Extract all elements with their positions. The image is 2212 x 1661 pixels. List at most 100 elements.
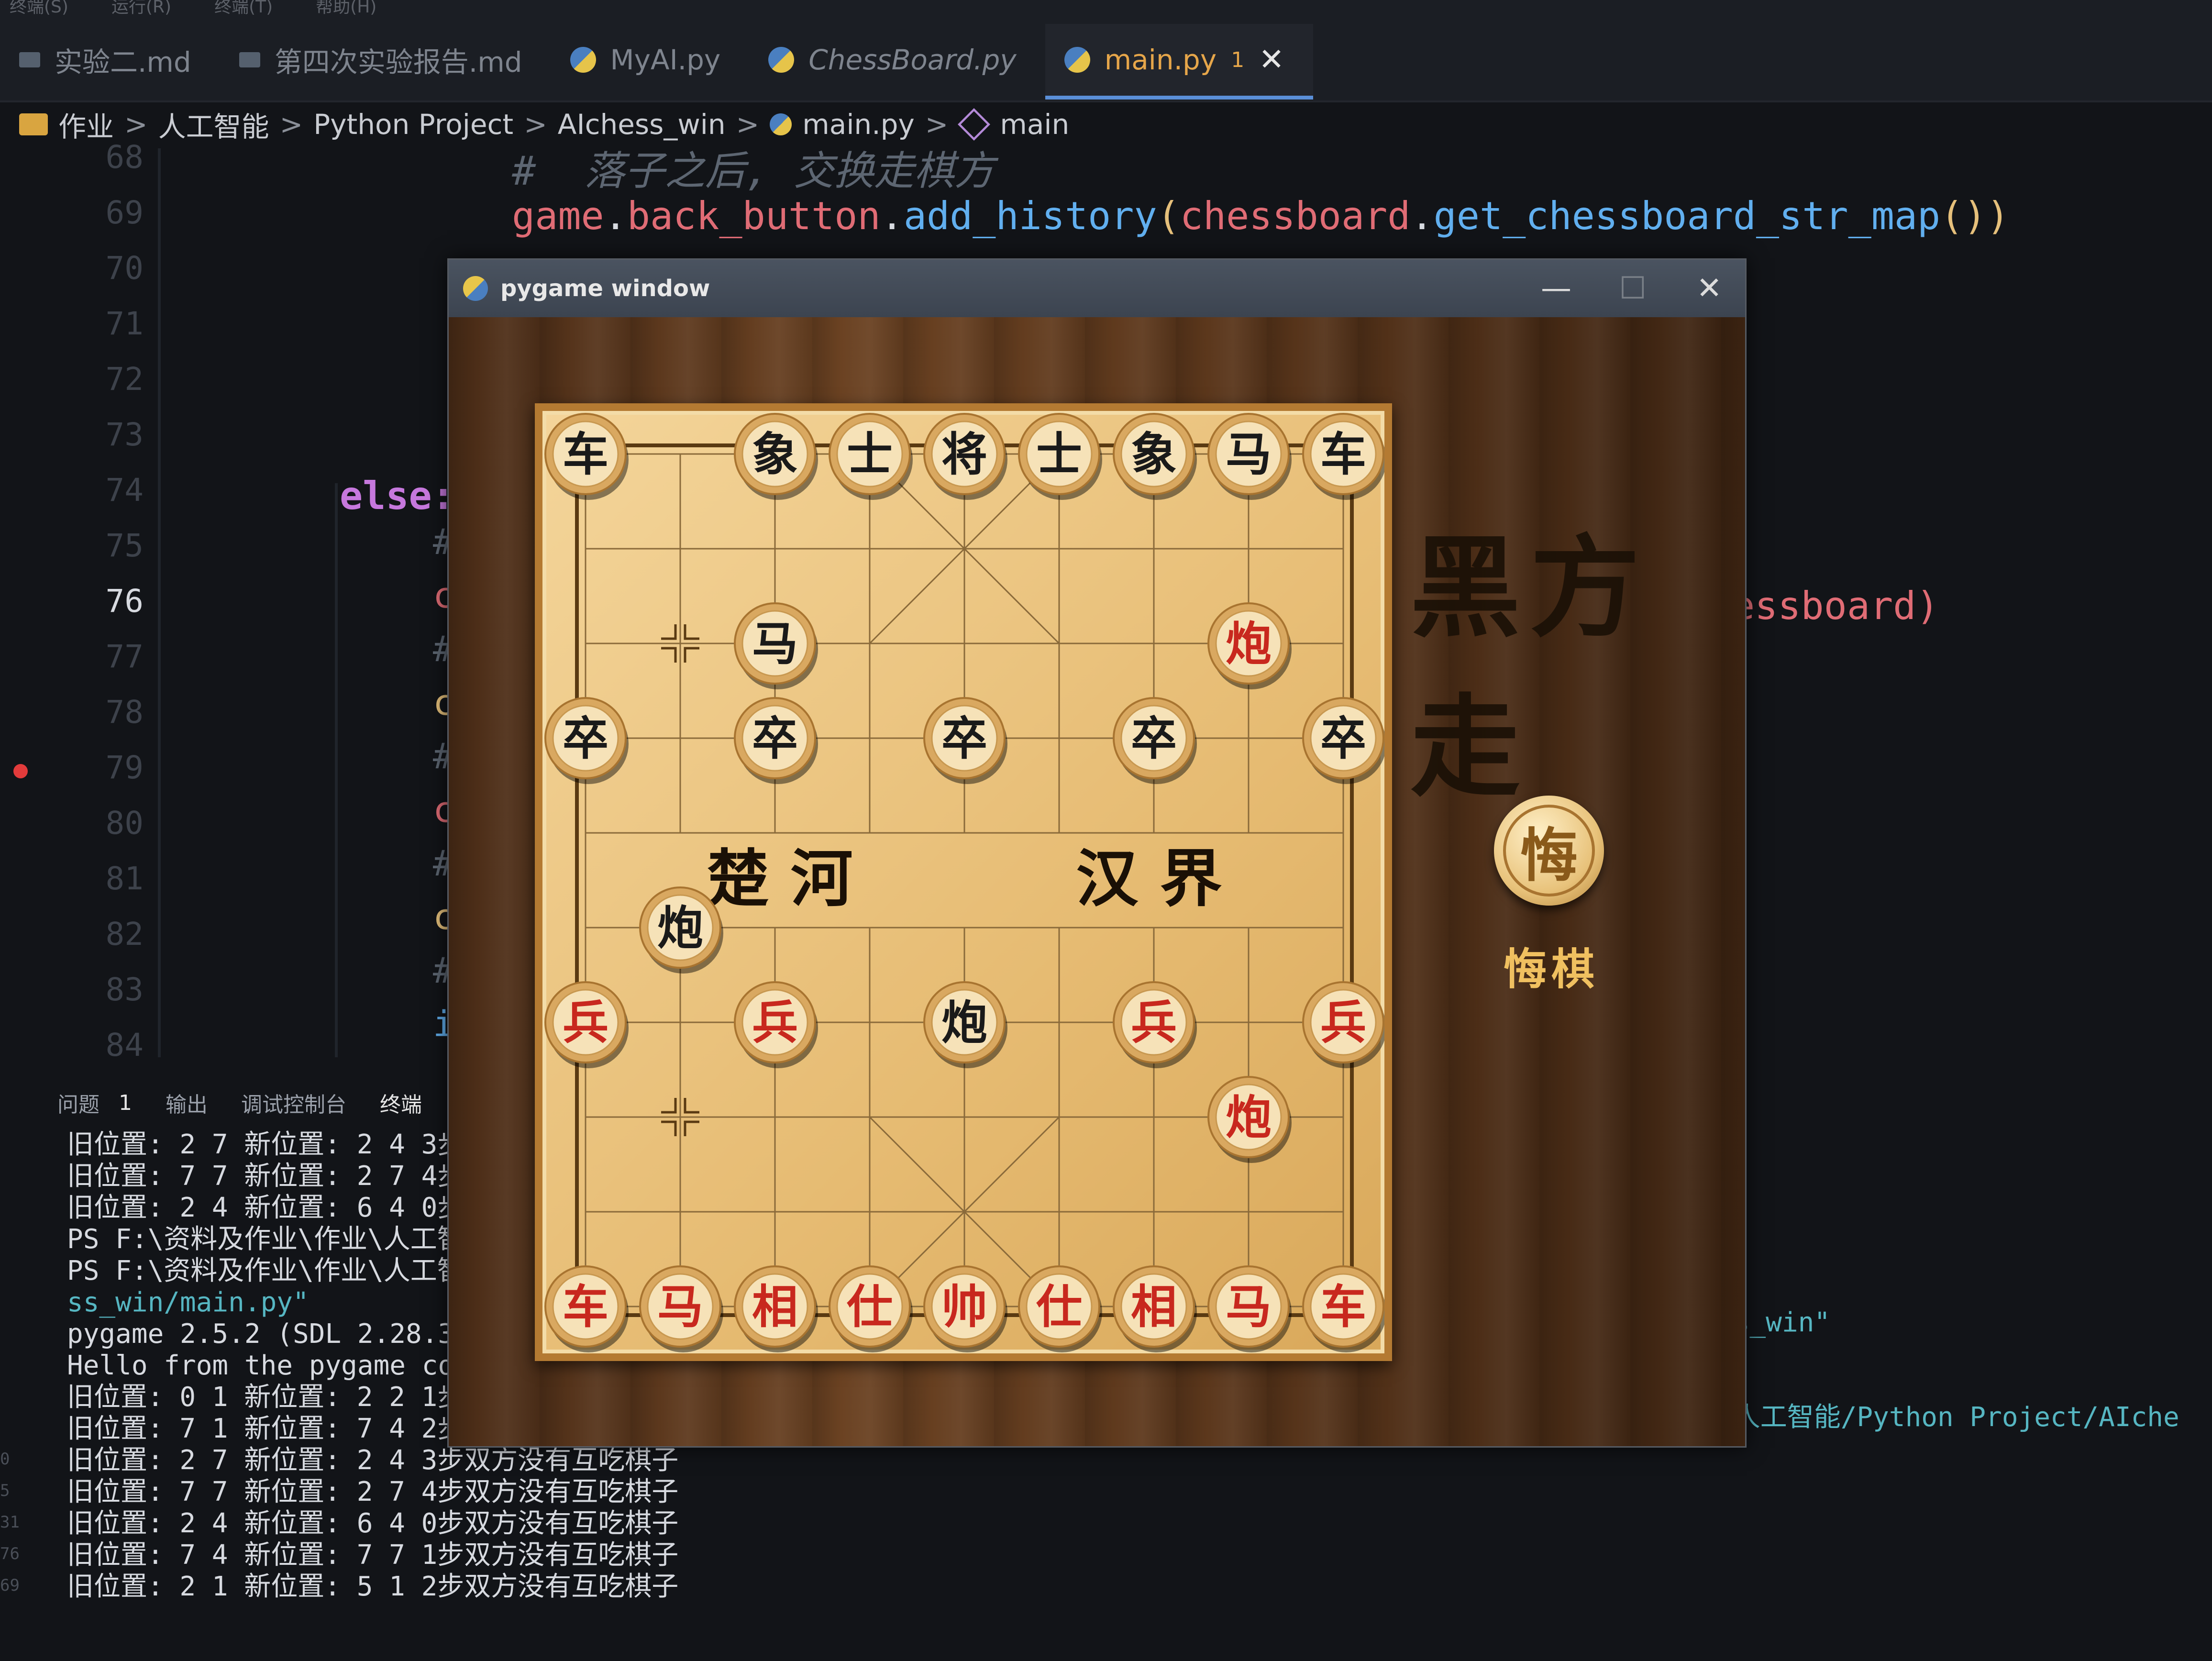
pygame-icon [463, 276, 488, 301]
breadcrumb-item[interactable]: Python Project [313, 108, 513, 141]
chess-piece-black[interactable]: 卒 [923, 697, 1007, 784]
line-number: 77 [105, 638, 144, 675]
code-token: . [880, 194, 904, 238]
chess-piece-red[interactable]: 炮 [1207, 602, 1292, 689]
minimize-button[interactable]: — [1520, 260, 1592, 317]
river-text-left: 楚 河 [707, 842, 852, 915]
piece-label: 兵 [1131, 996, 1177, 1050]
breakpoint-icon[interactable] [13, 764, 28, 778]
chess-piece-black[interactable]: 士 [829, 413, 913, 500]
line-number: 81 [105, 860, 144, 897]
chess-piece-red[interactable]: 仕 [1018, 1265, 1102, 1352]
menu-item-run[interactable]: 运行(R) [111, 0, 171, 19]
tab-lab-report-md[interactable]: 第四次实验报告.md [220, 24, 551, 96]
chess-piece-black[interactable]: 象 [1113, 413, 1197, 500]
undo-label[interactable]: 悔棋 [1492, 934, 1611, 997]
chess-piece-black[interactable]: 将 [923, 413, 1007, 500]
pygame-window: pygame window — ☐ ✕ 楚 河汉 界车象士将士象马车马炮卒卒卒卒… [447, 258, 1747, 1448]
menu-item-terminal[interactable]: 终端(T) [214, 0, 273, 19]
breadcrumb-item[interactable]: main.py [802, 108, 915, 141]
line-number: 84 [105, 1027, 144, 1063]
code-token: get_chessboard_str_map [1433, 194, 1941, 238]
chess-piece-red[interactable]: 马 [639, 1265, 723, 1352]
game-canvas[interactable]: 楚 河汉 界车象士将士象马车马炮卒卒卒卒卒炮兵兵炮兵兵炮车马相仕帅仕相马车 黑方… [449, 317, 1745, 1446]
code-token: ()) [1940, 194, 2010, 238]
python-file-icon [570, 47, 596, 73]
tab-label: 实验二.md [55, 46, 191, 78]
tab-label: main.py [1104, 44, 1217, 76]
chess-piece-black[interactable]: 炮 [639, 886, 723, 974]
chess-piece-red[interactable]: 帅 [923, 1265, 1007, 1352]
maximize-button[interactable]: ☐ [1597, 260, 1669, 317]
pygame-titlebar[interactable]: pygame window — ☐ ✕ [449, 260, 1745, 317]
piece-label: 象 [752, 427, 798, 481]
chess-piece-red[interactable]: 相 [1113, 1265, 1197, 1352]
chess-piece-red[interactable]: 兵 [1113, 981, 1197, 1068]
position-marker [661, 624, 677, 640]
undo-button[interactable]: 悔 [1494, 796, 1604, 906]
chess-piece-black[interactable]: 马 [734, 602, 818, 689]
code-comment: # 落子之后, 交换走棋方 [512, 147, 995, 194]
chess-piece-black[interactable]: 车 [544, 413, 629, 500]
chess-piece-red[interactable]: 炮 [1207, 1076, 1292, 1163]
line-number: 82 [105, 916, 144, 952]
window-title: pygame window [500, 275, 710, 302]
chess-piece-black[interactable]: 象 [734, 413, 818, 500]
close-window-button[interactable]: ✕ [1673, 260, 1745, 317]
folder-icon [19, 113, 48, 135]
position-marker [684, 1120, 699, 1136]
panel-tab-output[interactable]: 输出 [166, 1087, 208, 1118]
editor-tabs: 实验二.md 第四次实验报告.md MyAI.py ChessBoard.py … [0, 24, 1313, 100]
breadcrumb-separator: > [736, 108, 760, 141]
piece-label: 炮 [941, 996, 987, 1050]
chess-piece-black[interactable]: 卒 [734, 697, 818, 784]
breadcrumb-item[interactable]: 人工智能 [158, 104, 269, 144]
panel-tabs: 问题 1 输出 调试控制台 终端 [57, 1084, 422, 1122]
menu-item-help[interactable]: 帮助(H) [316, 0, 376, 19]
terminal-output-right: ss_win" /人工智能/Python Project/AIche [1717, 1244, 2179, 1465]
tab-myai-py[interactable]: MyAI.py [551, 24, 750, 96]
chess-piece-red[interactable]: 车 [544, 1265, 629, 1352]
line-number: 79 [105, 749, 144, 786]
piece-label: 兵 [563, 996, 608, 1050]
chess-piece-red[interactable]: 仕 [829, 1265, 913, 1352]
piece-label: 炮 [1226, 1090, 1272, 1144]
chess-piece-black[interactable]: 炮 [923, 981, 1007, 1068]
chessboard[interactable]: 楚 河汉 界车象士将士象马车马炮卒卒卒卒卒炮兵兵炮兵兵炮车马相仕帅仕相马车 [535, 403, 1392, 1361]
menu-item-terminal-s[interactable]: 终端(S) [10, 0, 68, 19]
chess-piece-red[interactable]: 兵 [734, 981, 818, 1068]
breadcrumb-item[interactable]: main [1000, 108, 1069, 141]
chess-piece-black[interactable]: 车 [1302, 413, 1384, 500]
chess-piece-red[interactable]: 相 [734, 1265, 818, 1352]
chess-piece-red[interactable]: 兵 [544, 981, 629, 1068]
chess-piece-black[interactable]: 卒 [1302, 697, 1384, 784]
piece-label: 马 [657, 1280, 703, 1334]
chess-piece-red[interactable]: 车 [1302, 1265, 1384, 1352]
problems-count-badge: 1 [119, 1090, 132, 1115]
chess-piece-black[interactable]: 卒 [1113, 697, 1197, 784]
python-file-icon [770, 113, 792, 135]
position-marker [661, 647, 677, 663]
piece-label: 帅 [941, 1280, 987, 1334]
python-file-icon [768, 47, 795, 73]
tab-chessboard-py[interactable]: ChessBoard.py [749, 24, 1045, 96]
line-number: 72 [105, 361, 144, 398]
piece-label: 卒 [1320, 711, 1366, 765]
undo-glyph: 悔 [1503, 805, 1595, 897]
position-marker [684, 647, 699, 663]
chess-piece-red[interactable]: 兵 [1302, 981, 1384, 1068]
close-tab-icon[interactable]: ✕ [1259, 42, 1284, 78]
tab-main-py[interactable]: main.py 1 ✕ [1045, 24, 1313, 100]
chess-piece-black[interactable]: 士 [1018, 413, 1102, 500]
tab-experiment2-md[interactable]: 实验二.md [0, 24, 220, 96]
chess-piece-black[interactable]: 卒 [544, 697, 629, 784]
panel-tab-debug-console[interactable]: 调试控制台 [241, 1087, 346, 1118]
code-fragment-right: essboard) [1732, 584, 1939, 628]
chess-piece-red[interactable]: 马 [1207, 1265, 1292, 1352]
panel-tab-terminal[interactable]: 终端 [380, 1087, 422, 1118]
panel-tab-problems[interactable]: 问题 [57, 1087, 100, 1118]
piece-label: 炮 [1226, 617, 1272, 671]
breadcrumb-item[interactable]: AIchess_win [558, 108, 726, 141]
breadcrumb-separator: > [524, 108, 547, 141]
chess-piece-black[interactable]: 马 [1207, 413, 1292, 500]
